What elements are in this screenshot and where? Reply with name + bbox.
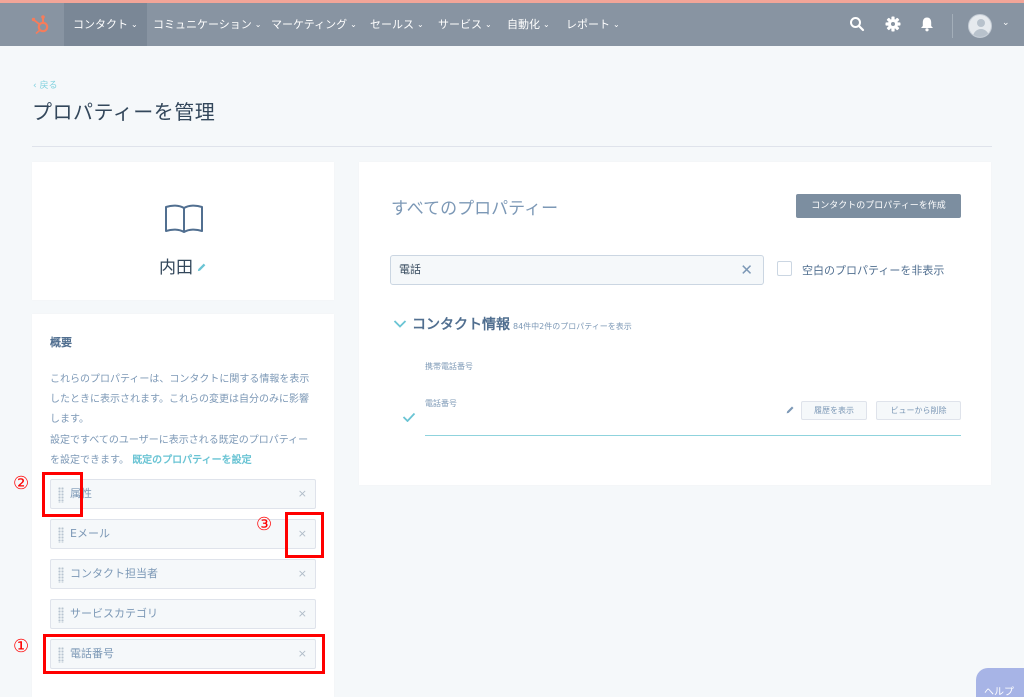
property-group-count: 84件中2件のプロパティーを表示 bbox=[513, 322, 632, 331]
header-divider bbox=[32, 146, 992, 147]
pencil-icon[interactable] bbox=[196, 262, 207, 273]
nav-item-marketing[interactable]: マーケティング ⌄ bbox=[271, 3, 357, 46]
close-icon[interactable]: × bbox=[298, 600, 307, 628]
hide-empty-label[interactable]: 空白のプロパティーを非表示 bbox=[802, 262, 944, 278]
all-properties-title: すべてのプロパティー bbox=[391, 199, 559, 219]
avatar[interactable] bbox=[968, 14, 992, 38]
property-group-title[interactable]: コンタクト情報 84件中2件のプロパティーを表示 bbox=[412, 314, 632, 334]
remove-from-view-button[interactable]: ビューから削除 bbox=[876, 401, 961, 420]
all-properties-card: すべてのプロパティー コンタクトのプロパティーを作成 電話 ✕ 空白のプロパティ… bbox=[359, 162, 991, 485]
search-icon[interactable] bbox=[848, 15, 866, 33]
set-default-properties-link[interactable]: 既定のプロパティーを設定 bbox=[132, 455, 251, 466]
book-icon bbox=[165, 204, 203, 233]
pencil-icon[interactable] bbox=[785, 405, 795, 415]
chevron-down-icon: ⌄ bbox=[417, 20, 424, 29]
nav-item-sales[interactable]: セールス ⌄ bbox=[370, 3, 424, 46]
overview-property-item[interactable]: 属性 × bbox=[50, 479, 316, 509]
property-row-phone[interactable]: 電話番号 bbox=[425, 398, 457, 409]
nav-item-contacts[interactable]: コンタクト ⌄ bbox=[64, 3, 147, 46]
help-button[interactable]: ヘルプ bbox=[976, 668, 1024, 697]
chevron-down-icon: ⌄ bbox=[485, 20, 492, 29]
annotation-box-3 bbox=[285, 512, 324, 558]
create-property-button[interactable]: コンタクトのプロパティーを作成 bbox=[796, 194, 961, 218]
overview-title: 概要 bbox=[50, 336, 72, 349]
chevron-down-icon: ⌄ bbox=[350, 20, 357, 29]
selected-row-underline bbox=[425, 435, 961, 436]
nav-item-service[interactable]: サービス ⌄ bbox=[438, 3, 492, 46]
chevron-down-icon: ⌄ bbox=[131, 20, 138, 29]
overview-default-note: 設定ですべてのユーザーに表示される既定のプロパティーを設定できます。 既定のプロ… bbox=[50, 435, 309, 466]
nav-item-conversations[interactable]: コミュニケーション ⌄ bbox=[153, 3, 261, 46]
property-row-mobile-phone[interactable]: 携帯電話番号 bbox=[425, 361, 473, 372]
top-navigation-bar: コンタクト ⌄ コミュニケーション ⌄ マーケティング ⌄ セールス ⌄ サービス ⌄ 自… bbox=[0, 3, 1024, 46]
annotation-box-1 bbox=[43, 634, 325, 674]
page-title: プロパティーを管理 bbox=[32, 100, 216, 124]
back-link[interactable]: ‹ 戻る bbox=[33, 78, 57, 91]
close-icon[interactable]: × bbox=[298, 480, 307, 508]
drag-handle-icon[interactable] bbox=[58, 567, 64, 583]
overview-property-item[interactable]: コンタクト担当者 × bbox=[50, 559, 316, 589]
overview-property-item[interactable]: サービスカテゴリ × bbox=[50, 599, 316, 629]
record-name: 内田 bbox=[32, 253, 334, 278]
chevron-down-icon[interactable] bbox=[393, 319, 407, 329]
hide-empty-checkbox[interactable] bbox=[777, 261, 792, 276]
close-icon[interactable]: × bbox=[298, 560, 307, 588]
view-history-button[interactable]: 履歴を表示 bbox=[801, 401, 867, 420]
annotation-number-3: ③ bbox=[256, 514, 273, 535]
chevron-down-icon[interactable]: ⌄ bbox=[1002, 18, 1010, 28]
record-card: 内田 bbox=[32, 162, 334, 300]
clear-search-icon[interactable]: ✕ bbox=[740, 256, 753, 284]
annotation-number-1: ① bbox=[13, 636, 30, 657]
annotation-box-2 bbox=[42, 472, 83, 517]
annotation-number-2: ② bbox=[13, 473, 30, 494]
chevron-down-icon: ⌄ bbox=[613, 20, 620, 29]
nav-item-reports[interactable]: レポート ⌄ bbox=[566, 3, 620, 46]
check-icon[interactable] bbox=[402, 412, 416, 422]
property-search-input[interactable]: 電話 ✕ bbox=[390, 255, 764, 285]
chevron-down-icon: ⌄ bbox=[543, 20, 550, 29]
chevron-down-icon: ⌄ bbox=[254, 20, 262, 29]
drag-handle-icon[interactable] bbox=[58, 527, 64, 543]
hubspot-logo-icon[interactable] bbox=[28, 13, 52, 37]
nav-divider bbox=[952, 14, 953, 38]
overview-property-item[interactable]: Eメール × bbox=[50, 519, 316, 549]
gear-icon[interactable] bbox=[884, 15, 902, 33]
overview-description: これらのプロパティーは、コンタクトに関する情報を表示したときに表示されます。これ… bbox=[50, 374, 310, 425]
drag-handle-icon[interactable] bbox=[58, 607, 64, 623]
nav-item-automation[interactable]: 自動化 ⌄ bbox=[507, 3, 550, 46]
bell-icon[interactable] bbox=[918, 15, 936, 33]
